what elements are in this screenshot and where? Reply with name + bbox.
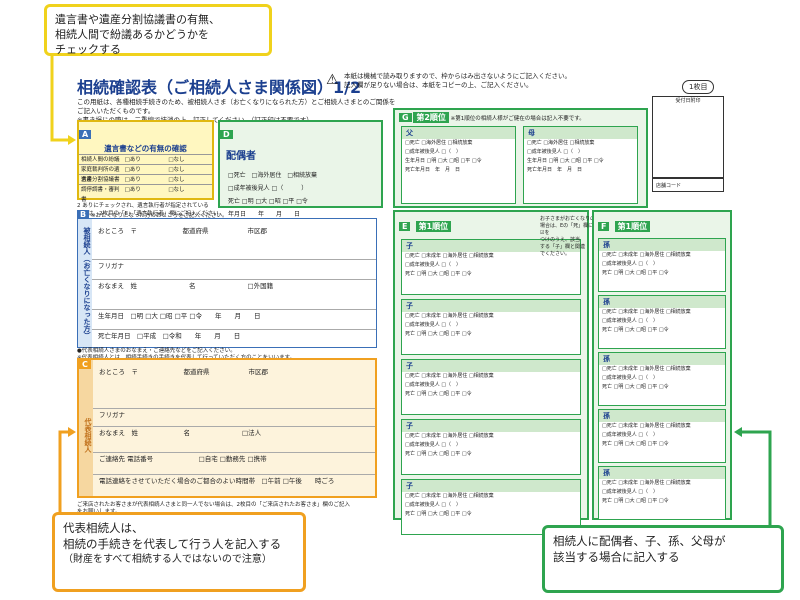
callout-arrows — [50, 56, 772, 525]
